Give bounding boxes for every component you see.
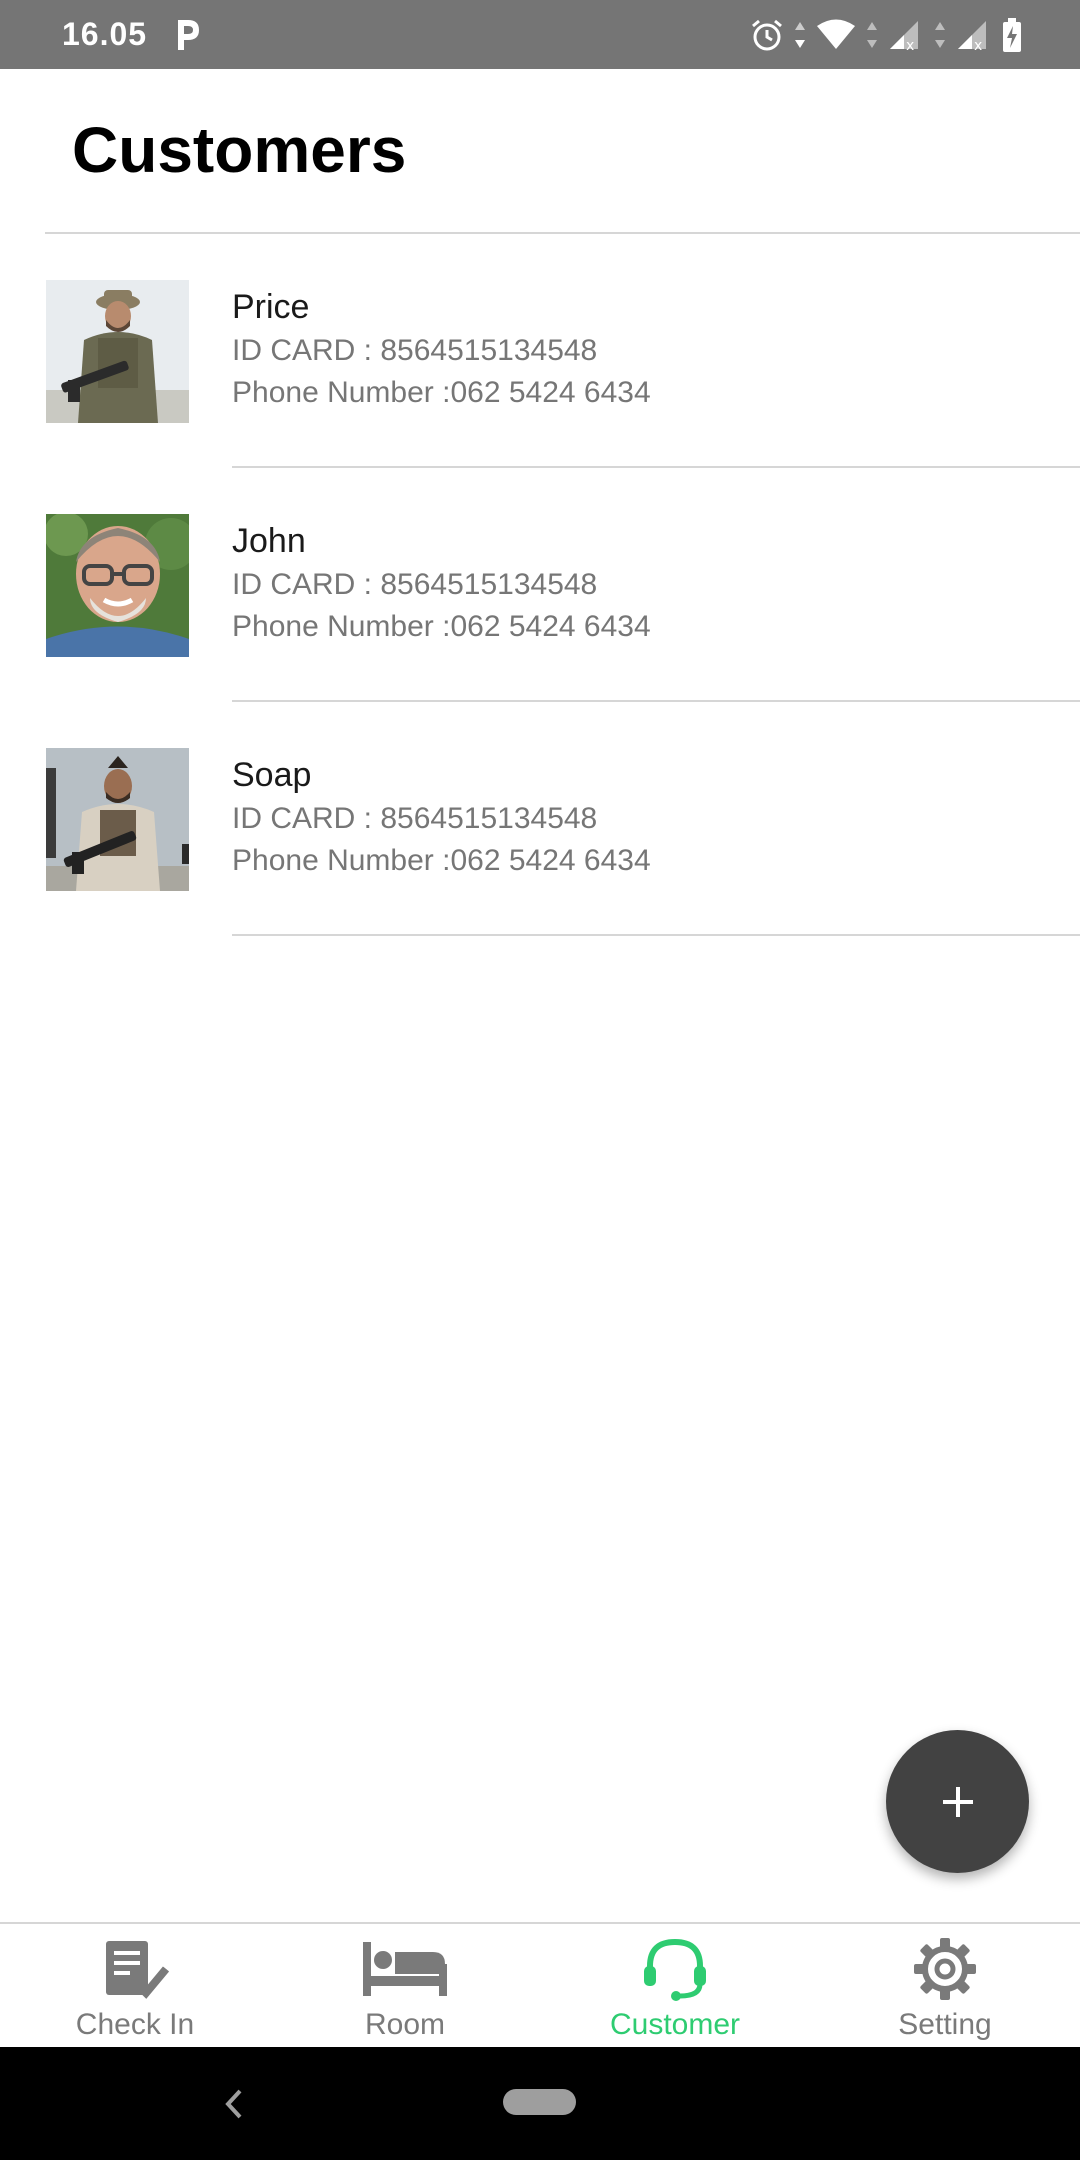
customer-row-john[interactable]: John ID CARD : 8564515134548 Phone Numbe…: [0, 468, 1080, 702]
wifi-arrows-icon: [867, 22, 877, 48]
customer-phone: Phone Number :062 5424 6434: [232, 844, 651, 877]
checklist-icon: [106, 1941, 170, 1999]
nav-item-check-in[interactable]: Check In: [0, 1924, 270, 2049]
page-title: Customers: [72, 114, 407, 186]
app-screen: 16.05 x x Customers Price ID CARD: 8564…: [0, 0, 1080, 2160]
nav-label-room: Room: [364, 2008, 446, 2041]
svg-text:x: x: [906, 38, 914, 51]
status-time: 16.05: [62, 16, 148, 52]
add-customer-button[interactable]: [886, 1730, 1029, 1873]
customer-name: John: [232, 522, 306, 560]
wifi-icon: [817, 19, 855, 49]
plus-icon: [942, 1786, 973, 1817]
customer-name: Soap: [232, 756, 312, 794]
nav-label-customer: Customer: [609, 2008, 741, 2041]
battery-charging-icon: [1003, 18, 1021, 52]
status-bar: 16.05 x x: [0, 0, 1080, 69]
nav-item-room[interactable]: Room: [270, 1924, 540, 2049]
parking-app-icon: [178, 20, 199, 50]
data-arrows-icon: [795, 22, 805, 48]
customer-row-price[interactable]: Price ID CARD : 8564515134548 Phone Numb…: [0, 234, 1080, 468]
nav-label-check-in: Check In: [75, 2008, 195, 2041]
headset-icon: [644, 1938, 706, 2001]
signal-icon: x: [890, 21, 918, 51]
customer-name: Price: [232, 288, 310, 326]
bed-icon: [363, 1942, 447, 1996]
bottom-nav: Check In Room Customer Setting: [0, 1922, 1080, 2049]
customer-avatar-soap: [46, 748, 189, 891]
signal-2-icon: x: [958, 21, 986, 51]
row-divider: [232, 934, 1080, 936]
nav-label-setting: Setting: [898, 2008, 992, 2041]
gear-icon: [914, 1938, 976, 2000]
signal-arrows-icon: [935, 22, 945, 48]
system-nav-bar: [0, 2047, 1080, 2160]
svg-text:x: x: [974, 38, 982, 51]
customer-id-card: ID CARD : 8564515134548: [232, 568, 598, 601]
nav-item-customer[interactable]: Customer: [540, 1924, 810, 2049]
customer-phone: Phone Number :062 5424 6434: [232, 376, 651, 409]
customer-id-card: ID CARD : 8564515134548: [232, 334, 598, 367]
customer-avatar-john: [46, 514, 189, 657]
customer-row-soap[interactable]: Soap ID CARD : 8564515134548 Phone Numbe…: [0, 702, 1080, 936]
back-icon[interactable]: [218, 2085, 248, 2123]
customer-id-card: ID CARD : 8564515134548: [232, 802, 598, 835]
customer-avatar-price: [46, 280, 189, 423]
alarm-icon: [752, 19, 782, 51]
customer-phone: Phone Number :062 5424 6434: [232, 610, 651, 643]
status-icons: x x: [750, 16, 1022, 54]
nav-item-setting[interactable]: Setting: [810, 1924, 1080, 2049]
customer-list: Price ID CARD : 8564515134548 Phone Numb…: [0, 234, 1080, 936]
home-pill-button[interactable]: [503, 2089, 576, 2115]
